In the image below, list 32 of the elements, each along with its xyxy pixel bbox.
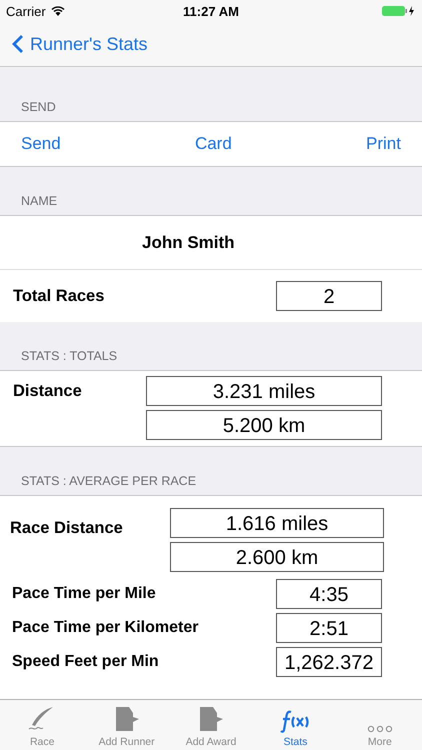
field-label: Distance [13, 382, 82, 401]
field-label: Speed Feet per Min [12, 653, 159, 671]
function-icon [280, 709, 310, 733]
tab-item[interactable]: Race [0, 700, 84, 750]
more-icon [366, 725, 393, 733]
action-link[interactable]: Print [366, 134, 401, 154]
value-field: 2:51 [276, 613, 382, 643]
tab-item[interactable]: Stats [253, 700, 338, 750]
value-field: 4:35 [276, 579, 382, 609]
value-field: 3.231 miles [146, 376, 382, 406]
tab-item[interactable]: Add Award [168, 700, 254, 750]
field-label: Pace Time per Mile [12, 585, 156, 603]
action-link[interactable]: Send [21, 134, 61, 154]
field-label: Pace Time per Kilometer [12, 619, 198, 637]
chevron-left-icon [12, 34, 24, 54]
action-link[interactable]: Card [194, 134, 232, 154]
value-field: 5.200 km [146, 410, 382, 440]
value-field: 1,262.372 [276, 647, 382, 677]
field-label: Total Races [13, 286, 104, 306]
back-button[interactable]: Runner's Stats [12, 34, 148, 54]
value-field: 2 [276, 281, 382, 311]
field-label: Race Distance [10, 519, 123, 538]
battery-icon [382, 5, 416, 17]
status-time: 11:27 AM [182, 4, 240, 18]
value-field: 2.600 km [170, 542, 384, 572]
document-arrow-icon [197, 705, 226, 733]
wifi-icon [50, 6, 65, 16]
carrier-name: Carrier [6, 4, 46, 18]
tab-item[interactable]: Add Runner [84, 700, 169, 750]
value-field: 1.616 miles [170, 508, 384, 538]
tab-item[interactable]: More [338, 700, 422, 750]
runner-name: John Smith [142, 232, 235, 252]
